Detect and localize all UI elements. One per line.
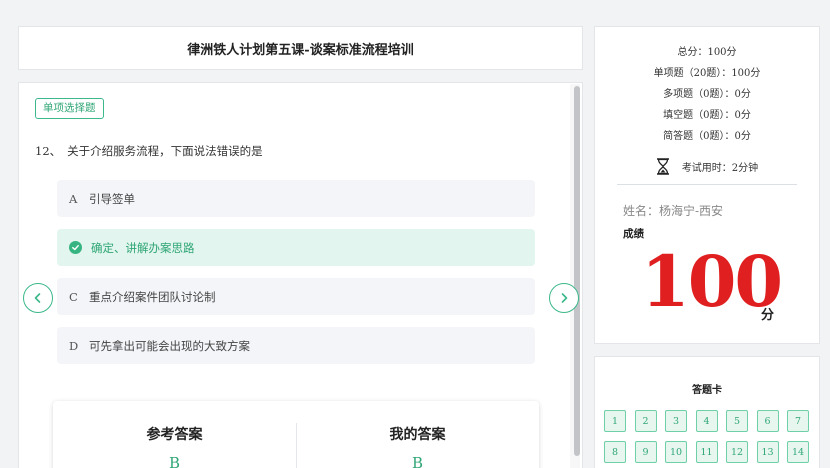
- answer-compare-card: 参考答案 B 我的答案 B: [53, 401, 539, 468]
- grade-label: 成绩: [623, 228, 644, 240]
- scrollbar-thumb[interactable]: [574, 86, 580, 456]
- question-stem: 关于介绍服务流程，下面说法错误的是: [67, 144, 263, 158]
- answer-sheet-item[interactable]: 1: [604, 410, 626, 432]
- option-letter: A: [69, 191, 78, 206]
- answer-sheet-grid: 1 2 3 4 5 6 7 8 9 10 11 12 13 14: [604, 410, 809, 463]
- answer-sheet-item[interactable]: 12: [726, 441, 748, 463]
- reference-answer-label: 参考答案: [146, 427, 203, 443]
- prev-question-button[interactable]: [23, 283, 53, 313]
- score-summary-panel: 总分：100分 单项题（20题）：100分 多项题（0题）：0分 填空题（0题）…: [594, 26, 820, 344]
- answer-sheet-item[interactable]: 5: [726, 410, 748, 432]
- answer-sheet-item[interactable]: 7: [787, 410, 809, 432]
- option-c[interactable]: C 重点介绍案件团队讨论制: [57, 278, 535, 315]
- exam-title-bar: 律洲铁人计划第五课-谈案标准流程培训: [18, 26, 583, 70]
- answer-sheet-item[interactable]: 14: [787, 441, 809, 463]
- hourglass-icon: [656, 158, 669, 175]
- option-d[interactable]: D 可先拿出可能会出现的大致方案: [57, 327, 535, 364]
- exam-duration: 考试用时：2分钟: [595, 158, 819, 175]
- answer-sheet-item[interactable]: 2: [634, 410, 657, 432]
- fill-blank-score: 填空题（0题）：0分: [663, 110, 751, 121]
- reference-answer-value: B: [168, 454, 181, 468]
- answer-sheet-item[interactable]: 9: [634, 441, 657, 463]
- option-letter: D: [69, 338, 79, 353]
- answer-sheet-item[interactable]: 13: [756, 441, 779, 463]
- answer-sheet-item[interactable]: 4: [695, 410, 718, 432]
- check-circle-icon: [69, 241, 82, 254]
- exam-title: 律洲铁人计划第五课-谈案标准流程培训: [187, 42, 414, 58]
- option-text: 确定、讲解办案思路: [91, 240, 195, 255]
- option-a[interactable]: A 引导签单: [57, 180, 535, 217]
- answer-sheet-item[interactable]: 8: [604, 441, 626, 463]
- option-text: 引导签单: [89, 191, 135, 206]
- my-answer-label: 我的答案: [389, 427, 446, 443]
- examinee-name: 姓名：杨海宁-西安: [623, 204, 724, 218]
- next-question-button[interactable]: [549, 283, 579, 313]
- answer-sheet-item[interactable]: 3: [665, 410, 687, 432]
- option-text: 可先拿出可能会出现的大致方案: [89, 338, 250, 353]
- question-type-tag: 单项选择题: [35, 98, 104, 119]
- question-number: 12、: [35, 144, 62, 158]
- answer-sheet-panel: 答题卡 1 2 3 4 5 6 7 8 9 10 11 12 13 14: [594, 356, 820, 468]
- my-answer: 我的答案 B: [296, 401, 539, 468]
- summary-divider: [617, 184, 797, 185]
- short-answer-score: 简答题（0题）：0分: [663, 131, 751, 142]
- chevron-left-icon: [34, 293, 41, 303]
- score-unit: 分: [761, 308, 775, 323]
- answer-sheet-item[interactable]: 11: [695, 441, 718, 463]
- answer-sheet-title: 答题卡: [692, 385, 722, 396]
- option-text: 重点介绍案件团队讨论制: [89, 289, 216, 304]
- multi-choice-score: 多项题（0题）：0分: [663, 89, 751, 100]
- option-b[interactable]: 确定、讲解办案思路: [57, 229, 535, 266]
- question-panel: 单项选择题 12、 关于介绍服务流程，下面说法错误的是 A 引导签单 确定、讲解办…: [18, 82, 583, 468]
- reference-answer: 参考答案 B: [53, 401, 296, 468]
- total-score: 总分：100分: [677, 47, 737, 58]
- answer-sheet-item[interactable]: 10: [665, 441, 687, 463]
- option-letter: C: [69, 289, 78, 304]
- single-choice-score: 单项题（20题）：100分: [653, 68, 761, 79]
- chevron-right-icon: [561, 293, 568, 303]
- answer-sheet-item[interactable]: 6: [756, 410, 779, 432]
- question-text: 12、 关于介绍服务流程，下面说法错误的是: [35, 143, 263, 159]
- my-answer-value: B: [411, 454, 424, 468]
- exam-duration-text: 考试用时：2分钟: [681, 163, 759, 174]
